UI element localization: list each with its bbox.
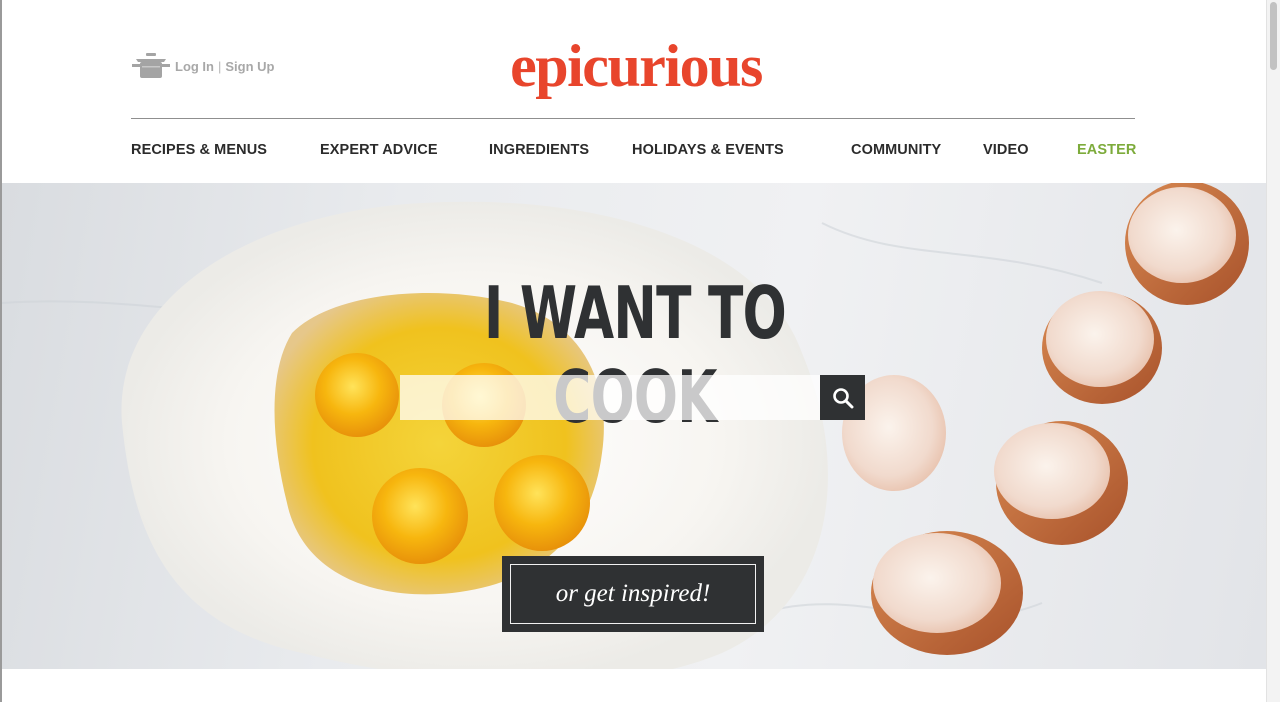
nav-item-easter[interactable]: EASTER [1077, 142, 1136, 158]
signup-link[interactable]: Sign Up [225, 59, 274, 74]
nav-item-ingredients[interactable]: INGREDIENTS [489, 142, 589, 158]
hero-banner: I WANT TO COOK or get inspired! [2, 183, 1266, 669]
search-button[interactable] [820, 375, 865, 420]
nav-item-recipes-menus[interactable]: RECIPES & MENUS [131, 142, 267, 158]
auth-links: Log In | Sign Up [175, 59, 275, 74]
header-divider [131, 118, 1135, 119]
scrollbar-thumb[interactable] [1270, 2, 1277, 70]
nav-item-community[interactable]: COMMUNITY [851, 142, 941, 158]
get-inspired-label: or get inspired! [510, 564, 756, 624]
auth-area: Log In | Sign Up [131, 51, 275, 81]
nav-item-expert-advice[interactable]: EXPERT ADVICE [320, 142, 438, 158]
get-inspired-button[interactable]: or get inspired! [502, 556, 764, 632]
login-link[interactable]: Log In [175, 59, 214, 74]
nav-item-video[interactable]: VIDEO [983, 142, 1029, 158]
nav-item-holidays-events[interactable]: HOLIDAYS & EVENTS [632, 142, 784, 158]
search-icon [832, 387, 853, 408]
site-logo[interactable]: epicurious [480, 26, 792, 106]
recipe-search-input[interactable] [400, 375, 820, 420]
main-nav: RECIPES & MENUS EXPERT ADVICE INGREDIENT… [2, 142, 1266, 162]
scrollbar[interactable] [1266, 0, 1280, 702]
page: Log In | Sign Up epicurious RECIPES & ME… [0, 0, 1266, 702]
pot-icon [132, 53, 170, 78]
auth-separator: | [218, 58, 222, 74]
